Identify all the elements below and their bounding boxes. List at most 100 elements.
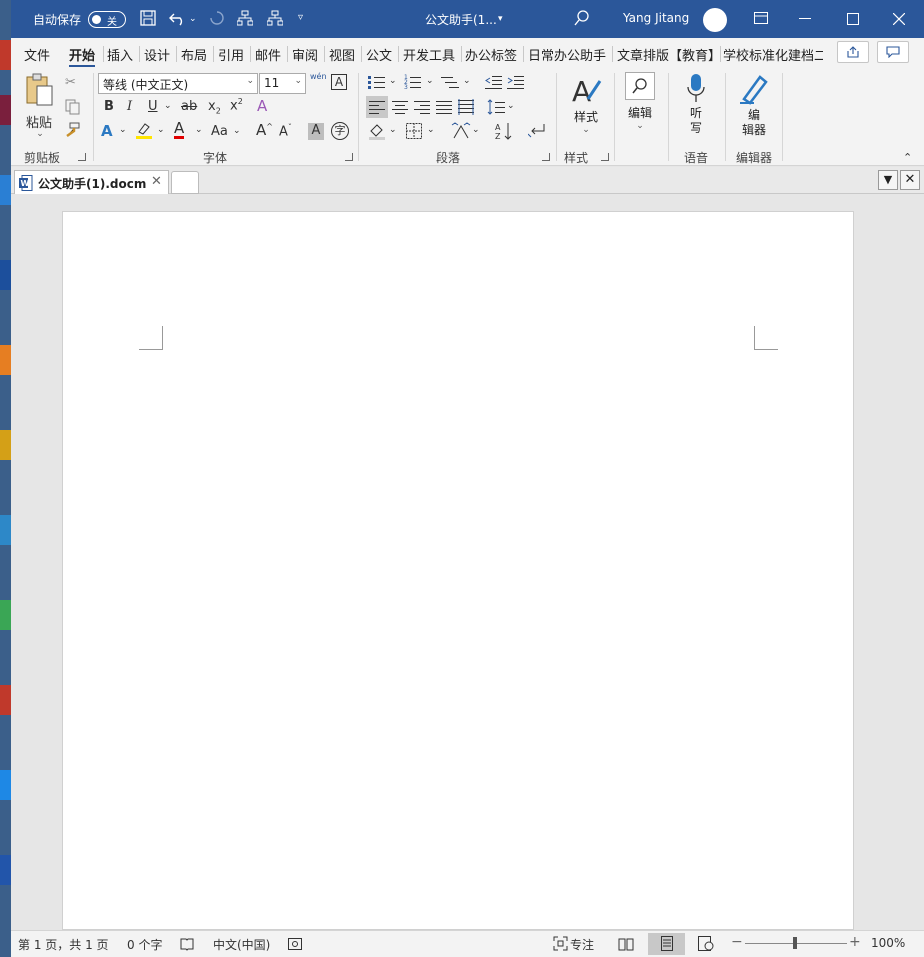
line-spacing-icon[interactable] xyxy=(487,99,505,115)
bold-icon[interactable]: B xyxy=(104,99,114,114)
enclose-character-icon[interactable]: 字 xyxy=(331,122,349,140)
chevron-down-icon[interactable]: ⌄ xyxy=(463,76,471,86)
desktop-app-icon[interactable] xyxy=(0,430,11,460)
zoom-slider-thumb[interactable] xyxy=(793,937,797,949)
paragraph-launcher-icon[interactable] xyxy=(542,153,550,161)
tab-list-button[interactable]: ▼ xyxy=(878,170,898,190)
tab-review[interactable]: 审阅 xyxy=(292,45,318,64)
strikethrough-icon[interactable]: ab xyxy=(181,99,197,114)
user-name[interactable]: Yang Jitang xyxy=(623,11,689,25)
desktop-app-icon[interactable] xyxy=(0,770,11,800)
page-info[interactable]: 第 1 页，共 1 页 xyxy=(18,936,109,953)
zoom-in-button[interactable]: + xyxy=(849,934,861,950)
chevron-down-icon[interactable]: ⌄ xyxy=(389,76,397,86)
tab-article-layout[interactable]: 文章排版【教育】 xyxy=(617,45,721,64)
distributed-icon[interactable] xyxy=(458,99,474,115)
grow-font-icon[interactable]: A^ xyxy=(256,121,273,139)
tab-mailings[interactable]: 邮件 xyxy=(255,45,281,64)
tab-home[interactable]: 开始 xyxy=(69,45,96,68)
document-canvas[interactable] xyxy=(11,195,924,930)
word-count[interactable]: 0 个字 xyxy=(127,936,162,953)
avatar[interactable] xyxy=(703,8,727,32)
focus-icon[interactable] xyxy=(553,936,568,951)
collapse-ribbon-icon[interactable]: ⌃ xyxy=(903,151,912,164)
comments-button[interactable] xyxy=(877,41,909,63)
shrink-font-icon[interactable]: Aˇ xyxy=(279,123,292,139)
sort-icon[interactable]: AZ xyxy=(495,122,513,140)
tab-references[interactable]: 引用 xyxy=(218,45,244,64)
document-page[interactable] xyxy=(62,211,854,930)
share-button[interactable] xyxy=(837,41,869,63)
desktop-app-icon[interactable] xyxy=(0,685,11,715)
bullets-icon[interactable] xyxy=(368,74,386,90)
close-tab-icon[interactable]: ✕ xyxy=(151,174,162,189)
accessibility-icon[interactable] xyxy=(288,937,302,951)
chinese-layout-icon[interactable] xyxy=(451,122,471,140)
align-left-button[interactable] xyxy=(366,96,388,118)
chevron-down-icon[interactable]: ⌄ xyxy=(472,125,480,135)
zoom-level[interactable]: 100% xyxy=(871,936,905,950)
text-effects-icon[interactable]: A xyxy=(101,122,113,140)
phonetic-guide-icon[interactable]: wén xyxy=(310,72,327,81)
clear-format-icon[interactable]: A xyxy=(257,97,267,115)
tab-daily-assistant[interactable]: 日常办公助手 xyxy=(528,45,606,64)
underline-icon[interactable]: U xyxy=(148,99,158,114)
increase-indent-icon[interactable] xyxy=(507,74,525,90)
org-chart-icon[interactable] xyxy=(237,10,253,26)
chevron-down-icon[interactable]: ⌄ xyxy=(233,126,241,136)
editing-button[interactable]: 编辑 ⌄ xyxy=(622,72,658,142)
tab-office-tab[interactable]: 办公标签 xyxy=(465,45,517,64)
new-tab-button[interactable] xyxy=(171,171,199,194)
tab-file[interactable]: 文件 xyxy=(24,45,50,64)
chevron-down-icon[interactable]: ⌄ xyxy=(427,125,435,135)
tab-school-archive[interactable]: 学校标准化建档二 xyxy=(723,45,823,64)
desktop-app-icon[interactable] xyxy=(0,95,11,125)
clipboard-launcher-icon[interactable] xyxy=(78,153,86,161)
justify-icon[interactable] xyxy=(436,100,452,114)
desktop-app-icon[interactable] xyxy=(0,515,11,545)
search-icon[interactable] xyxy=(574,10,590,26)
language[interactable]: 中文(中国) xyxy=(213,936,270,953)
desktop-app-icon[interactable] xyxy=(0,600,11,630)
document-tab[interactable]: W 公文助手(1).docm ✕ xyxy=(14,170,169,194)
print-layout-button[interactable] xyxy=(648,933,685,955)
chevron-down-icon[interactable]: ⌄ xyxy=(389,125,397,135)
desktop-app-icon[interactable] xyxy=(0,260,11,290)
format-painter-icon[interactable] xyxy=(63,122,81,138)
character-border-icon[interactable]: A xyxy=(331,74,347,90)
tab-insert[interactable]: 插入 xyxy=(107,45,133,64)
title-dropdown-icon[interactable]: ▾ xyxy=(498,14,503,24)
paragraph-mark-icon[interactable] xyxy=(528,122,546,138)
align-center-icon[interactable] xyxy=(392,100,408,114)
cut-icon[interactable]: ✂ xyxy=(65,75,76,90)
font-color-icon[interactable]: A xyxy=(174,121,185,139)
tab-view[interactable]: 视图 xyxy=(329,45,355,64)
copy-icon[interactable] xyxy=(65,99,80,115)
close-icon[interactable] xyxy=(893,13,905,25)
tab-design[interactable]: 设计 xyxy=(144,45,170,64)
italic-icon[interactable]: I xyxy=(127,99,132,114)
save-icon[interactable] xyxy=(140,10,156,26)
chevron-down-icon[interactable]: ⌄ xyxy=(507,101,515,111)
desktop-app-icon[interactable] xyxy=(0,175,11,205)
zoom-out-button[interactable]: − xyxy=(731,934,743,950)
minimize-icon[interactable] xyxy=(799,18,811,20)
align-right-icon[interactable] xyxy=(414,100,430,114)
autosave-toggle[interactable]: 关 xyxy=(88,11,126,28)
tab-gongwen[interactable]: 公文 xyxy=(366,45,392,64)
tab-developer[interactable]: 开发工具 xyxy=(403,45,455,64)
redo-icon[interactable] xyxy=(208,10,226,26)
styles-button[interactable]: A 样式 ⌄ xyxy=(566,73,606,143)
document-title[interactable]: 公文助手(1... xyxy=(425,11,497,28)
font-size-combo[interactable]: 11 ⌄ xyxy=(259,73,306,94)
tab-layout[interactable]: 布局 xyxy=(181,45,207,64)
change-case-icon[interactable]: Aa xyxy=(211,124,228,139)
dictate-button[interactable]: 听 写 xyxy=(681,73,711,143)
font-launcher-icon[interactable] xyxy=(345,153,353,161)
undo-dropdown-icon[interactable]: ⌄ xyxy=(189,14,197,24)
desktop-app-icon[interactable] xyxy=(0,40,11,70)
highlight-icon[interactable] xyxy=(135,122,153,140)
proofing-icon[interactable] xyxy=(180,937,194,951)
desktop-app-icon[interactable] xyxy=(0,345,11,375)
character-shading-icon[interactable]: A xyxy=(308,123,324,140)
